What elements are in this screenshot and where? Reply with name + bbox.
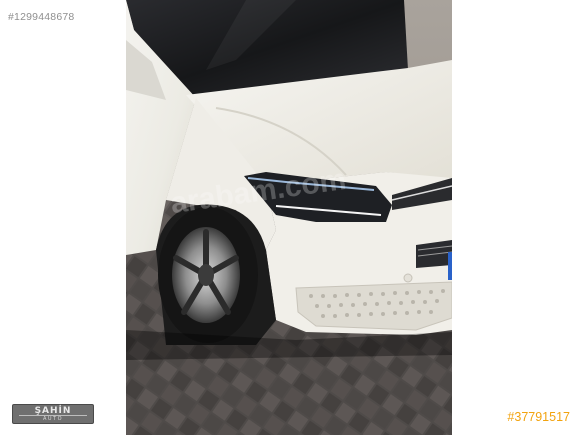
dealer-logo: ŞAHİN AUTO: [12, 404, 94, 424]
bumper-vent: [295, 281, 452, 331]
ad-number-label: #37791517: [507, 410, 570, 424]
listing-id-label: #1299448678: [8, 11, 75, 23]
license-plate-strip: [448, 252, 452, 280]
vehicle-photo: [126, 0, 452, 435]
parking-sensor: [403, 273, 413, 283]
dealer-logo-subtext: AUTO: [42, 416, 64, 422]
